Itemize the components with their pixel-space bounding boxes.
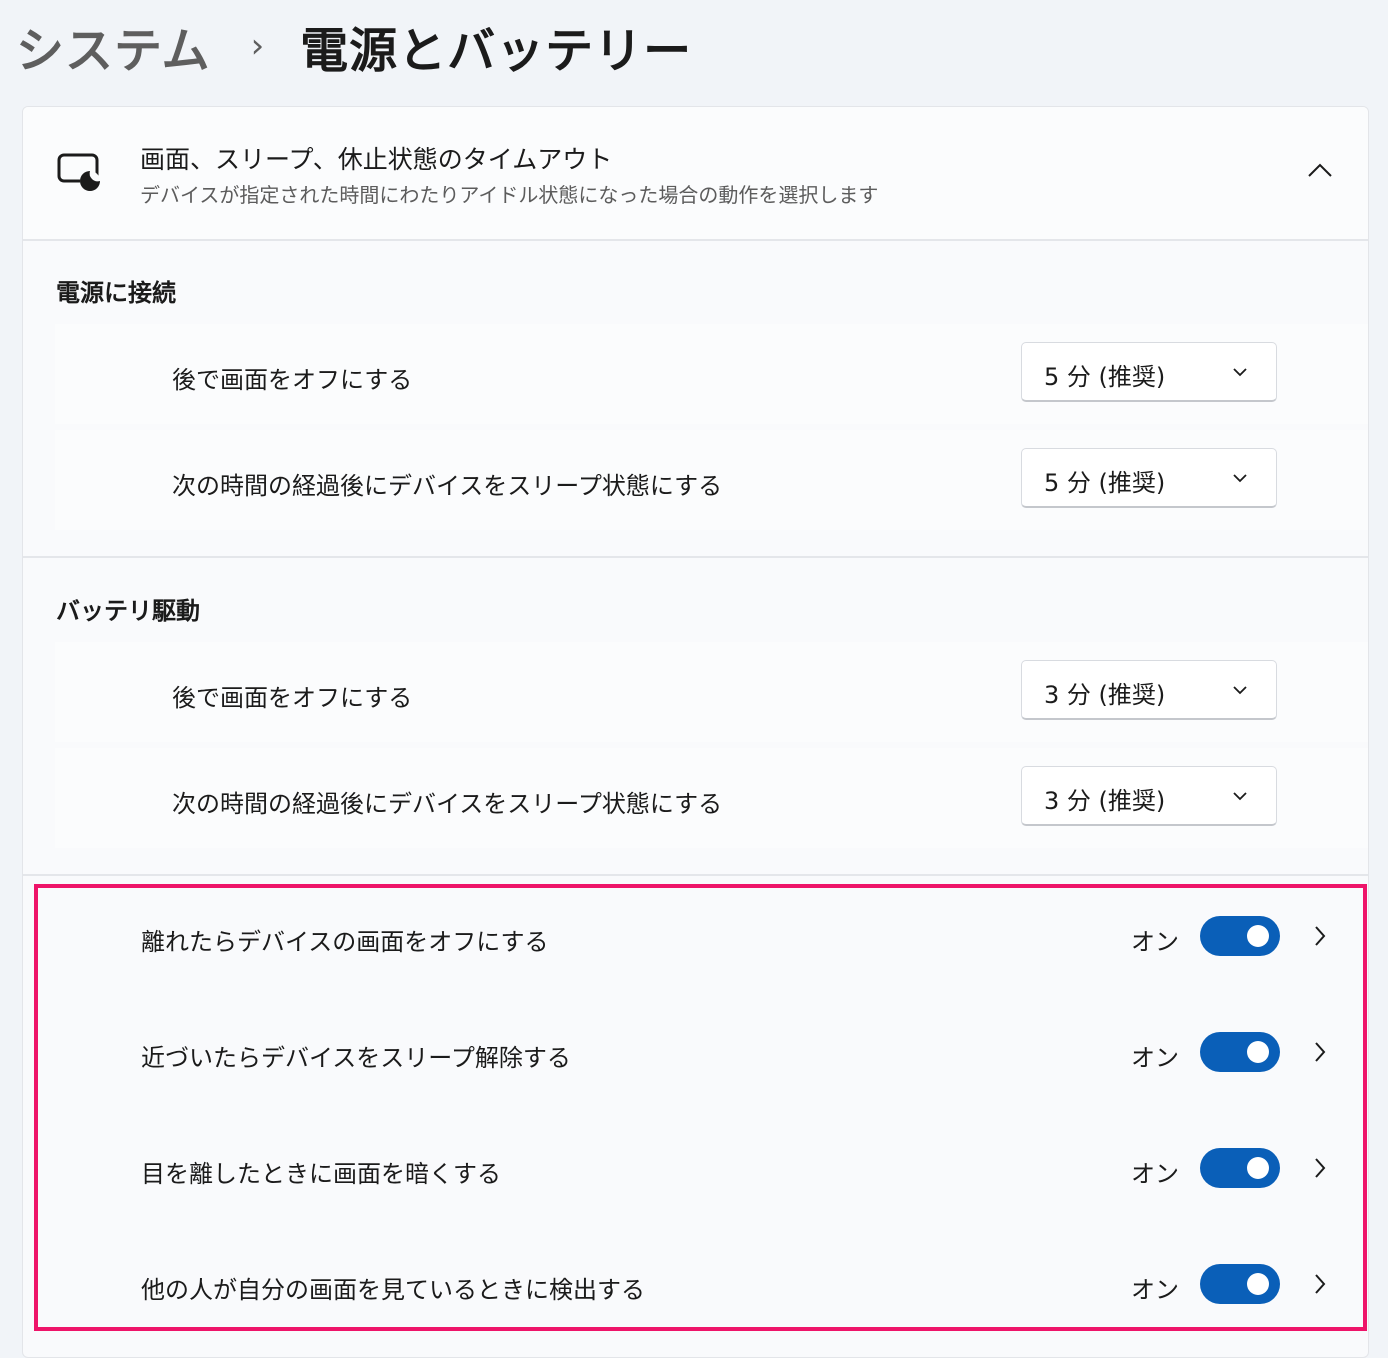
- chevron-right-icon[interactable]: [1313, 1040, 1327, 1064]
- toggle-knob: [1247, 925, 1269, 947]
- battery-screen-off-dropdown[interactable]: 3 分 (推奨): [1021, 660, 1277, 720]
- dim-when-looking-away-toggle[interactable]: [1200, 1148, 1280, 1188]
- chevron-down-icon: [1233, 474, 1247, 483]
- dropdown-value: 3 分 (推奨): [1044, 681, 1166, 709]
- setting-row-plugged-sleep: 次の時間の経過後にデバイスをスリープ状態にする 5 分 (推奨): [55, 430, 1368, 530]
- setting-row-screen-off-when-away[interactable]: 離れたらデバイスの画面をオフにする オン: [23, 878, 1368, 994]
- toggle-knob: [1247, 1157, 1269, 1179]
- screen-sleep-icon: [57, 153, 100, 191]
- setting-label: 目を離したときに画面を暗くする: [141, 1160, 501, 1188]
- setting-label: 後で画面をオフにする: [172, 366, 413, 394]
- toggle-state-label: オン: [1131, 1044, 1179, 1072]
- plugged-sleep-dropdown[interactable]: 5 分 (推奨): [1021, 448, 1277, 508]
- chevron-up-icon[interactable]: [1305, 160, 1335, 180]
- setting-label: 他の人が自分の画面を見ているときに検出する: [141, 1276, 645, 1304]
- setting-label: 後で画面をオフにする: [172, 684, 413, 712]
- setting-row-wake-on-approach[interactable]: 近づいたらデバイスをスリープ解除する オン: [23, 994, 1368, 1110]
- section-title-on-battery: バッテリ駆動: [56, 597, 200, 625]
- dropdown-value: 5 分 (推奨): [1044, 363, 1166, 391]
- setting-label: 近づいたらデバイスをスリープ解除する: [141, 1044, 571, 1072]
- setting-label: 離れたらデバイスの画面をオフにする: [141, 928, 549, 956]
- chevron-down-icon: [1233, 686, 1247, 695]
- toggle-state-label: オン: [1131, 1276, 1179, 1304]
- breadcrumb: システム › 電源とバッテリー: [16, 8, 692, 84]
- toggle-state-label: オン: [1131, 928, 1179, 956]
- section-title-plugged-in: 電源に接続: [56, 279, 176, 307]
- setting-row-plugged-screen-off: 後で画面をオフにする 5 分 (推奨): [55, 324, 1368, 424]
- breadcrumb-parent-system[interactable]: システム: [16, 11, 211, 81]
- setting-row-battery-screen-off: 後で画面をオフにする 3 分 (推奨): [55, 642, 1368, 742]
- section-divider: [23, 874, 1368, 876]
- timeout-card-description: デバイスが指定された時間にわたりアイドル状態になった場合の動作を選択します: [140, 183, 879, 207]
- setting-row-onlooker-detection[interactable]: 他の人が自分の画面を見ているときに検出する オン: [23, 1226, 1368, 1342]
- toggle-knob: [1247, 1273, 1269, 1295]
- chevron-right-icon[interactable]: [1313, 1156, 1327, 1180]
- breadcrumb-separator: ›: [250, 26, 265, 66]
- battery-sleep-dropdown[interactable]: 3 分 (推奨): [1021, 766, 1277, 826]
- timeout-card-header[interactable]: 画面、スリープ、休止状態のタイムアウト デバイスが指定された時間にわたりアイドル…: [23, 107, 1368, 241]
- screen-off-when-away-toggle[interactable]: [1200, 916, 1280, 956]
- setting-label: 次の時間の経過後にデバイスをスリープ状態にする: [172, 790, 723, 818]
- chevron-right-icon[interactable]: [1313, 1272, 1327, 1296]
- onlooker-detection-toggle[interactable]: [1200, 1264, 1280, 1304]
- setting-row-battery-sleep: 次の時間の経過後にデバイスをスリープ状態にする 3 分 (推奨): [55, 748, 1368, 848]
- chevron-down-icon: [1233, 368, 1247, 377]
- setting-row-dim-when-looking-away[interactable]: 目を離したときに画面を暗くする オン: [23, 1110, 1368, 1226]
- timeout-card-title: 画面、スリープ、休止状態のタイムアウト: [140, 145, 613, 174]
- dropdown-value: 3 分 (推奨): [1044, 787, 1166, 815]
- page-title: 電源とバッテリー: [300, 23, 693, 79]
- plugged-screen-off-dropdown[interactable]: 5 分 (推奨): [1021, 342, 1277, 402]
- toggle-knob: [1247, 1041, 1269, 1063]
- dropdown-value: 5 分 (推奨): [1044, 469, 1166, 497]
- toggle-state-label: オン: [1131, 1160, 1179, 1188]
- chevron-right-icon[interactable]: [1313, 924, 1327, 948]
- wake-on-approach-toggle[interactable]: [1200, 1032, 1280, 1072]
- section-divider: [23, 556, 1368, 558]
- setting-label: 次の時間の経過後にデバイスをスリープ状態にする: [172, 472, 723, 500]
- timeout-settings-card: 画面、スリープ、休止状態のタイムアウト デバイスが指定された時間にわたりアイドル…: [22, 106, 1369, 1358]
- chevron-down-icon: [1233, 792, 1247, 801]
